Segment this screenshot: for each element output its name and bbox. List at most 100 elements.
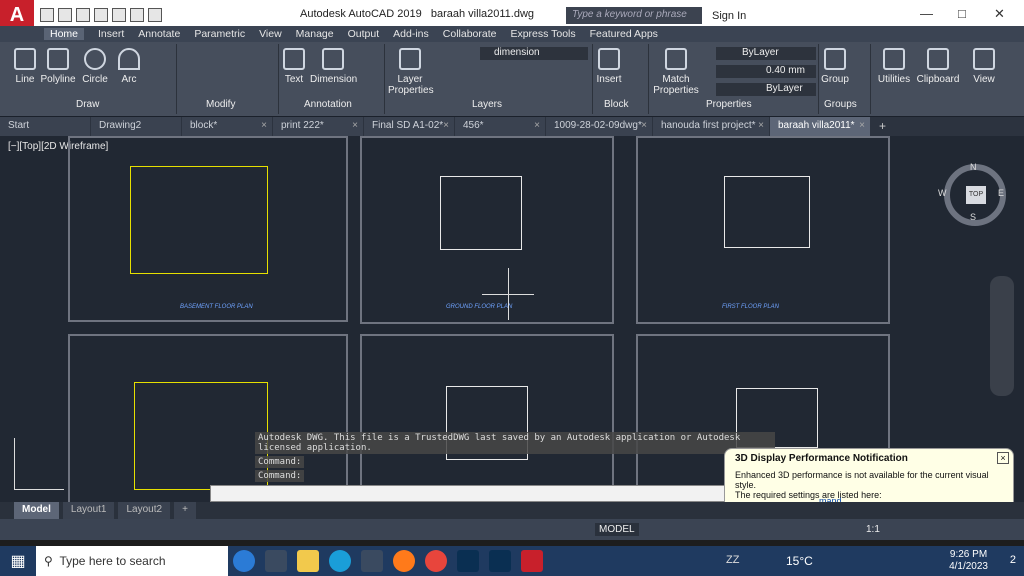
clipboard-tool[interactable]: Clipboard <box>916 48 960 85</box>
close-tab-icon[interactable]: × <box>261 120 267 131</box>
undo-icon[interactable] <box>130 8 144 22</box>
taskbar-search-input[interactable]: ⚲ Type here to search <box>36 546 228 576</box>
notification-center-icon[interactable]: 2 <box>1010 554 1016 566</box>
new-icon[interactable] <box>40 8 54 22</box>
groups-group-label[interactable]: Groups <box>824 99 857 113</box>
search-input[interactable]: Type a keyword or phrase <box>566 7 702 24</box>
photoshop-icon[interactable] <box>457 550 479 572</box>
new-tab-button[interactable]: + <box>871 117 894 136</box>
close-icon[interactable]: × <box>997 452 1009 464</box>
drawing-sheet <box>360 334 614 502</box>
text-tool[interactable]: Text <box>282 48 306 85</box>
file-tab[interactable]: print 222* × <box>273 117 363 136</box>
draw-group-label[interactable]: Draw <box>76 99 99 113</box>
viewcube-west[interactable]: W <box>938 188 947 198</box>
add-layout-button[interactable]: + <box>174 502 196 519</box>
layers-group-label[interactable]: Layers <box>472 99 502 113</box>
line-tool[interactable]: Line <box>8 48 42 85</box>
tab-featured-apps[interactable]: Featured Apps <box>590 28 658 40</box>
plan-caption: FIRST FLOOR PLAN <box>722 304 780 310</box>
print-icon[interactable] <box>112 8 126 22</box>
properties-group-label[interactable]: Properties <box>706 99 752 113</box>
plan-caption: BASEMENT FLOOR PLAN <box>180 304 253 310</box>
annotation-scale[interactable]: 1:1 <box>866 524 880 535</box>
bing-icon[interactable] <box>233 550 255 572</box>
navigation-bar[interactable] <box>990 276 1014 396</box>
arc-tool[interactable]: Arc <box>114 48 144 85</box>
dimension-tool[interactable]: Dimension <box>310 48 357 85</box>
file-tab[interactable]: block* × <box>182 117 272 136</box>
tab-home[interactable]: Home <box>44 28 85 40</box>
viewcube-east[interactable]: E <box>998 188 1004 198</box>
save-as-icon[interactable] <box>94 8 108 22</box>
store-icon[interactable] <box>361 550 383 572</box>
tab-view[interactable]: View <box>259 28 282 40</box>
file-tab[interactable]: Final SD A1-02* × <box>364 117 454 136</box>
system-clock[interactable]: 9:26 PM 4/1/2023 <box>949 549 988 573</box>
close-button[interactable]: ✕ <box>994 6 1005 22</box>
utilities-tool[interactable]: Utilities <box>874 48 914 85</box>
minimize-button[interactable]: — <box>920 6 933 21</box>
match-properties-tool[interactable]: Match Properties <box>652 48 700 96</box>
signin-button[interactable]: Sign In <box>712 10 746 22</box>
tab-output[interactable]: Output <box>348 28 380 40</box>
close-tab-icon[interactable]: × <box>443 120 449 131</box>
lineweight-dropdown[interactable]: 0.40 mm <box>716 65 816 78</box>
tab-express-tools[interactable]: Express Tools <box>510 28 575 40</box>
tab-model[interactable]: Model <box>14 502 59 519</box>
photoshop-icon[interactable] <box>489 550 511 572</box>
viewcube-south[interactable]: S <box>970 212 976 222</box>
modify-group-label[interactable]: Modify <box>206 99 235 113</box>
open-icon[interactable] <box>58 8 72 22</box>
tab-layout2[interactable]: Layout2 <box>118 502 171 519</box>
insert-tool[interactable]: Insert <box>594 48 624 85</box>
group-tool[interactable]: Group <box>820 48 850 85</box>
close-tab-icon[interactable]: × <box>352 120 358 131</box>
tab-insert[interactable]: Insert <box>98 28 124 40</box>
autocad-taskbar-icon[interactable] <box>521 550 543 572</box>
text-icon <box>283 48 305 70</box>
linetype-dropdown[interactable]: ByLayer <box>716 83 816 96</box>
layers-icon <box>399 48 421 70</box>
viewcube-north[interactable]: N <box>970 162 977 172</box>
view-tool[interactable]: View <box>966 48 1002 85</box>
color-dropdown[interactable]: ByLayer <box>716 47 816 60</box>
tab-addins[interactable]: Add-ins <box>393 28 429 40</box>
ribbon-tabs: Home Insert Annotate Parametric View Man… <box>0 26 1024 42</box>
chrome-icon[interactable] <box>425 550 447 572</box>
layer-dropdown[interactable]: dimension <box>480 47 588 60</box>
close-tab-icon[interactable]: × <box>758 120 764 131</box>
layer-properties-tool[interactable]: Layer Properties <box>388 48 434 96</box>
weather-widget[interactable]: 15°C <box>786 554 813 568</box>
annotation-group-label[interactable]: Annotation <box>304 99 352 113</box>
circle-tool[interactable]: Circle <box>78 48 112 85</box>
file-tab[interactable]: Drawing2 <box>91 117 181 136</box>
file-tab[interactable]: hanouda first project* × <box>653 117 769 136</box>
tab-annotate[interactable]: Annotate <box>138 28 180 40</box>
edge-icon[interactable] <box>329 550 351 572</box>
task-view-icon[interactable] <box>265 550 287 572</box>
file-tab-active[interactable]: baraah villa2011* × <box>770 117 870 136</box>
tab-collaborate[interactable]: Collaborate <box>443 28 497 40</box>
close-tab-icon[interactable]: × <box>534 120 540 131</box>
close-tab-icon[interactable]: × <box>641 120 647 131</box>
maximize-button[interactable]: □ <box>958 6 966 21</box>
tab-manage[interactable]: Manage <box>296 28 334 40</box>
file-tab[interactable]: 1009-28-02-09dwg* × <box>546 117 652 136</box>
save-icon[interactable] <box>76 8 90 22</box>
file-tab[interactable]: Start <box>0 117 90 136</box>
block-group-label[interactable]: Block <box>604 99 628 113</box>
windows-start-icon[interactable]: ▦ <box>0 546 36 576</box>
viewcube-top-face[interactable]: TOP <box>966 186 986 204</box>
firefox-icon[interactable] <box>393 550 415 572</box>
file-tab[interactable]: 456* × <box>455 117 545 136</box>
tab-parametric[interactable]: Parametric <box>194 28 245 40</box>
tab-layout1[interactable]: Layout1 <box>62 502 115 519</box>
model-space-button[interactable]: MODEL <box>595 523 639 536</box>
viewcube[interactable]: TOP N W E S <box>938 162 1006 226</box>
redo-icon[interactable] <box>148 8 162 22</box>
close-tab-icon[interactable]: × <box>859 120 865 131</box>
separator <box>870 44 871 114</box>
file-explorer-icon[interactable] <box>297 550 319 572</box>
polyline-tool[interactable]: Polyline <box>40 48 76 85</box>
